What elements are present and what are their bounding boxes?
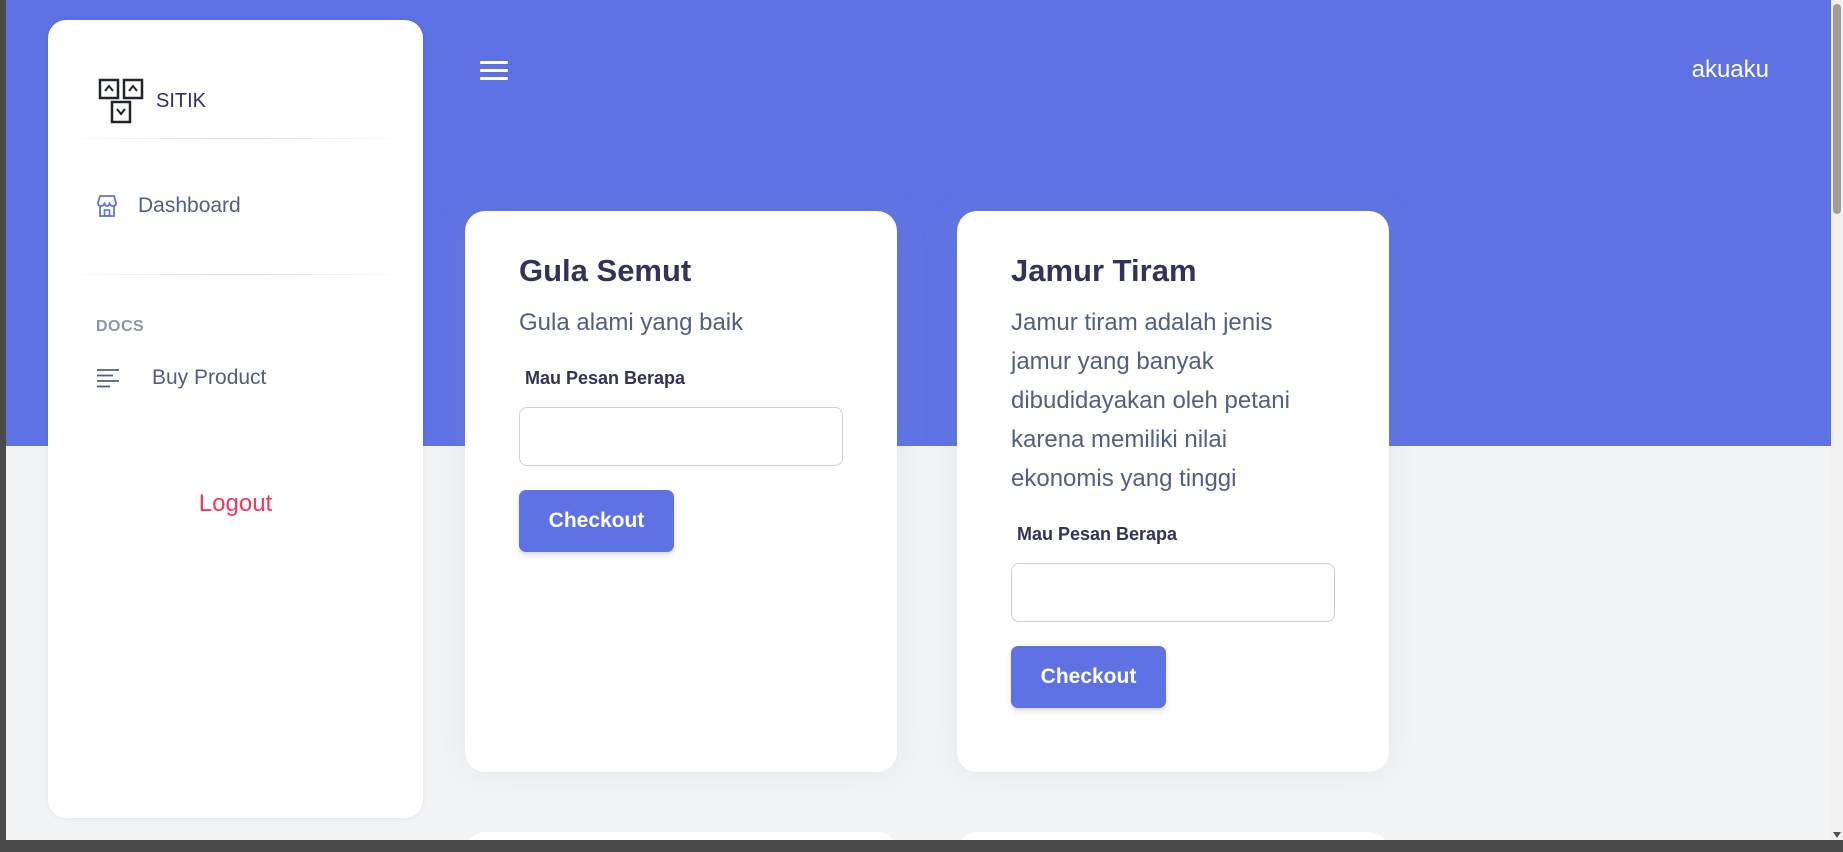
quantity-label: Mau Pesan Berapa (1017, 524, 1178, 545)
product-title: Jamur Tiram (1011, 253, 1197, 288)
page-viewport: akuaku SITIK Dashboard DOCS Buy Product … (6, 0, 1831, 840)
sidebar-item-dashboard[interactable]: Dashboard (96, 194, 241, 218)
sidebar-item-label: Buy Product (152, 366, 267, 389)
user-menu[interactable]: akuaku (1692, 56, 1769, 84)
sidebar-item-label: Dashboard (138, 194, 241, 217)
divider (64, 138, 407, 139)
checkout-button[interactable]: Checkout (1011, 646, 1166, 709)
quantity-input[interactable] (519, 407, 843, 467)
lines-icon (97, 369, 119, 388)
brand-name: SITIK (156, 89, 207, 112)
quantity-label: Mau Pesan Berapa (525, 368, 686, 389)
checkout-button[interactable]: Checkout (519, 490, 674, 553)
product-title: Gula Semut (519, 253, 692, 288)
product-description: Jamur tiram adalah jenis jamur yang bany… (1011, 309, 1290, 493)
scroll-down-arrow-icon[interactable] (1833, 832, 1841, 838)
product-card-partial (465, 832, 897, 840)
product-card: Jamur Tiram Jamur tiram adalah jenis jam… (957, 211, 1389, 772)
logout-link[interactable]: Logout (48, 490, 423, 518)
brand[interactable]: SITIK (98, 78, 206, 124)
store-icon (97, 195, 117, 217)
scrollbar[interactable] (1831, 0, 1843, 840)
brand-logo-icon (98, 78, 144, 124)
product-card: Gula Semut Gula alami yang baik Mau Pesa… (465, 211, 897, 772)
sidebar: SITIK Dashboard DOCS Buy Product Logout (48, 20, 423, 818)
quantity-input[interactable] (1011, 563, 1335, 623)
window-bottom-edge (0, 840, 1843, 852)
scrollbar-thumb[interactable] (1833, 4, 1841, 214)
docs-heading: DOCS (96, 318, 145, 335)
sidebar-item-buy-product[interactable]: Buy Product (96, 366, 266, 390)
divider (64, 274, 407, 275)
product-card-partial (957, 832, 1389, 840)
menu-toggle-icon[interactable] (480, 60, 510, 82)
product-description: Gula alami yang baik (519, 309, 744, 337)
